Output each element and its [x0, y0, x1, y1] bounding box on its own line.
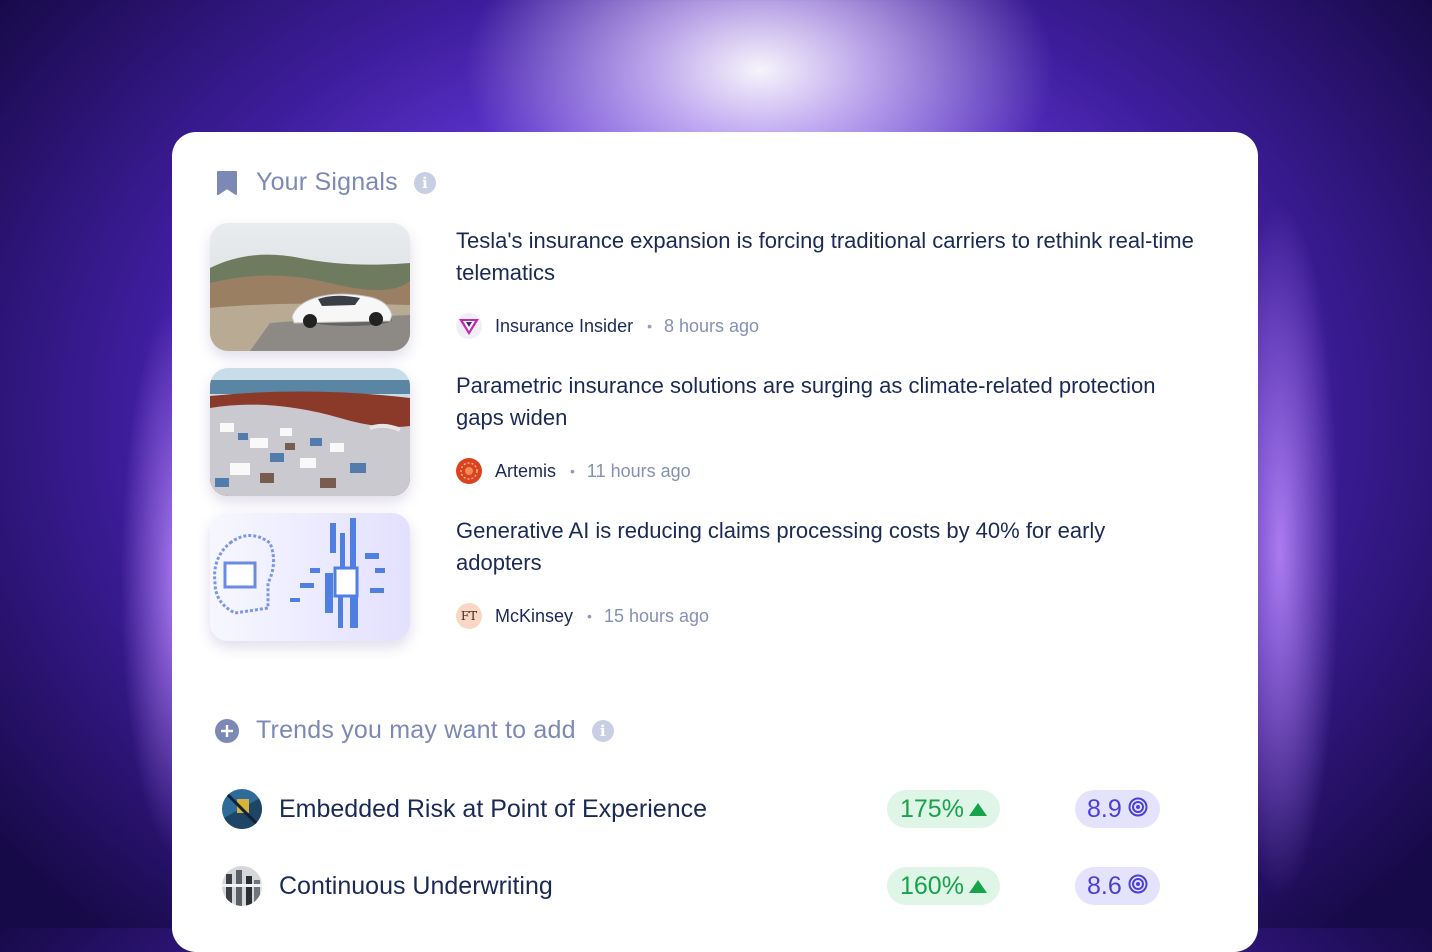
- signal-headline[interactable]: Parametric insurance solutions are surgi…: [456, 370, 1196, 434]
- signal-item[interactable]: Generative AI is reducing claims process…: [210, 513, 1210, 643]
- signal-meta: Artemis • 11 hours ago: [456, 458, 691, 484]
- signals-header: Your Signals i: [214, 168, 436, 197]
- target-icon: [1128, 795, 1148, 824]
- signal-item[interactable]: Tesla's insurance expansion is forcing t…: [210, 223, 1210, 353]
- trend-thumbnail-icon: [222, 866, 262, 906]
- separator-dot: •: [647, 318, 652, 334]
- trend-name[interactable]: Embedded Risk at Point of Experience: [279, 795, 707, 824]
- ft-logo-icon: FT: [456, 603, 482, 629]
- info-icon[interactable]: i: [413, 171, 436, 194]
- score-value: 8.9: [1087, 794, 1122, 823]
- insurance-insider-logo-icon: [456, 313, 482, 339]
- signal-thumbnail[interactable]: [210, 223, 410, 351]
- signal-source[interactable]: Artemis: [495, 461, 556, 482]
- trend-name[interactable]: Continuous Underwriting: [279, 872, 553, 901]
- signal-meta: Insurance Insider • 8 hours ago: [456, 313, 759, 339]
- separator-dot: •: [570, 463, 575, 479]
- signals-title: Your Signals: [256, 168, 398, 196]
- growth-value: 160%: [900, 871, 964, 900]
- target-icon: [1128, 872, 1148, 901]
- signal-source[interactable]: McKinsey: [495, 606, 573, 627]
- score-badge: 8.6: [1075, 867, 1160, 905]
- artemis-logo-icon: [456, 458, 482, 484]
- score-badge: 8.9: [1075, 790, 1160, 828]
- signal-thumbnail[interactable]: [210, 368, 410, 496]
- trend-row[interactable]: Continuous Underwriting 160% 8.6: [222, 864, 1182, 908]
- separator-dot: •: [587, 608, 592, 624]
- growth-value: 175%: [900, 794, 964, 823]
- signal-meta: FT McKinsey • 15 hours ago: [456, 603, 709, 629]
- growth-badge: 160%: [887, 867, 1000, 905]
- signal-headline[interactable]: Generative AI is reducing claims process…: [456, 515, 1196, 579]
- bookmark-icon: [214, 170, 240, 196]
- arrow-up-icon: [968, 879, 987, 893]
- trends-header: Trends you may want to add i: [214, 716, 614, 745]
- trend-thumbnail-icon: [222, 789, 262, 829]
- info-icon[interactable]: i: [591, 719, 614, 742]
- growth-badge: 175%: [887, 790, 1000, 828]
- signal-time: 11 hours ago: [586, 460, 691, 481]
- trends-title: Trends you may want to add: [256, 716, 576, 744]
- signal-time: 8 hours ago: [663, 315, 760, 336]
- score-value: 8.6: [1087, 871, 1122, 900]
- signal-headline[interactable]: Tesla's insurance expansion is forcing t…: [456, 225, 1196, 289]
- plus-circle-icon[interactable]: [214, 718, 240, 744]
- signal-thumbnail[interactable]: [210, 513, 410, 641]
- arrow-up-icon: [968, 802, 987, 816]
- signals-card: Your Signals i Tesla's insurance expansi…: [172, 132, 1258, 952]
- trend-row[interactable]: Embedded Risk at Point of Experience 175…: [222, 787, 1182, 831]
- signal-time: 15 hours ago: [603, 605, 710, 626]
- signal-source[interactable]: Insurance Insider: [495, 316, 633, 337]
- signal-item[interactable]: Parametric insurance solutions are surgi…: [210, 368, 1210, 498]
